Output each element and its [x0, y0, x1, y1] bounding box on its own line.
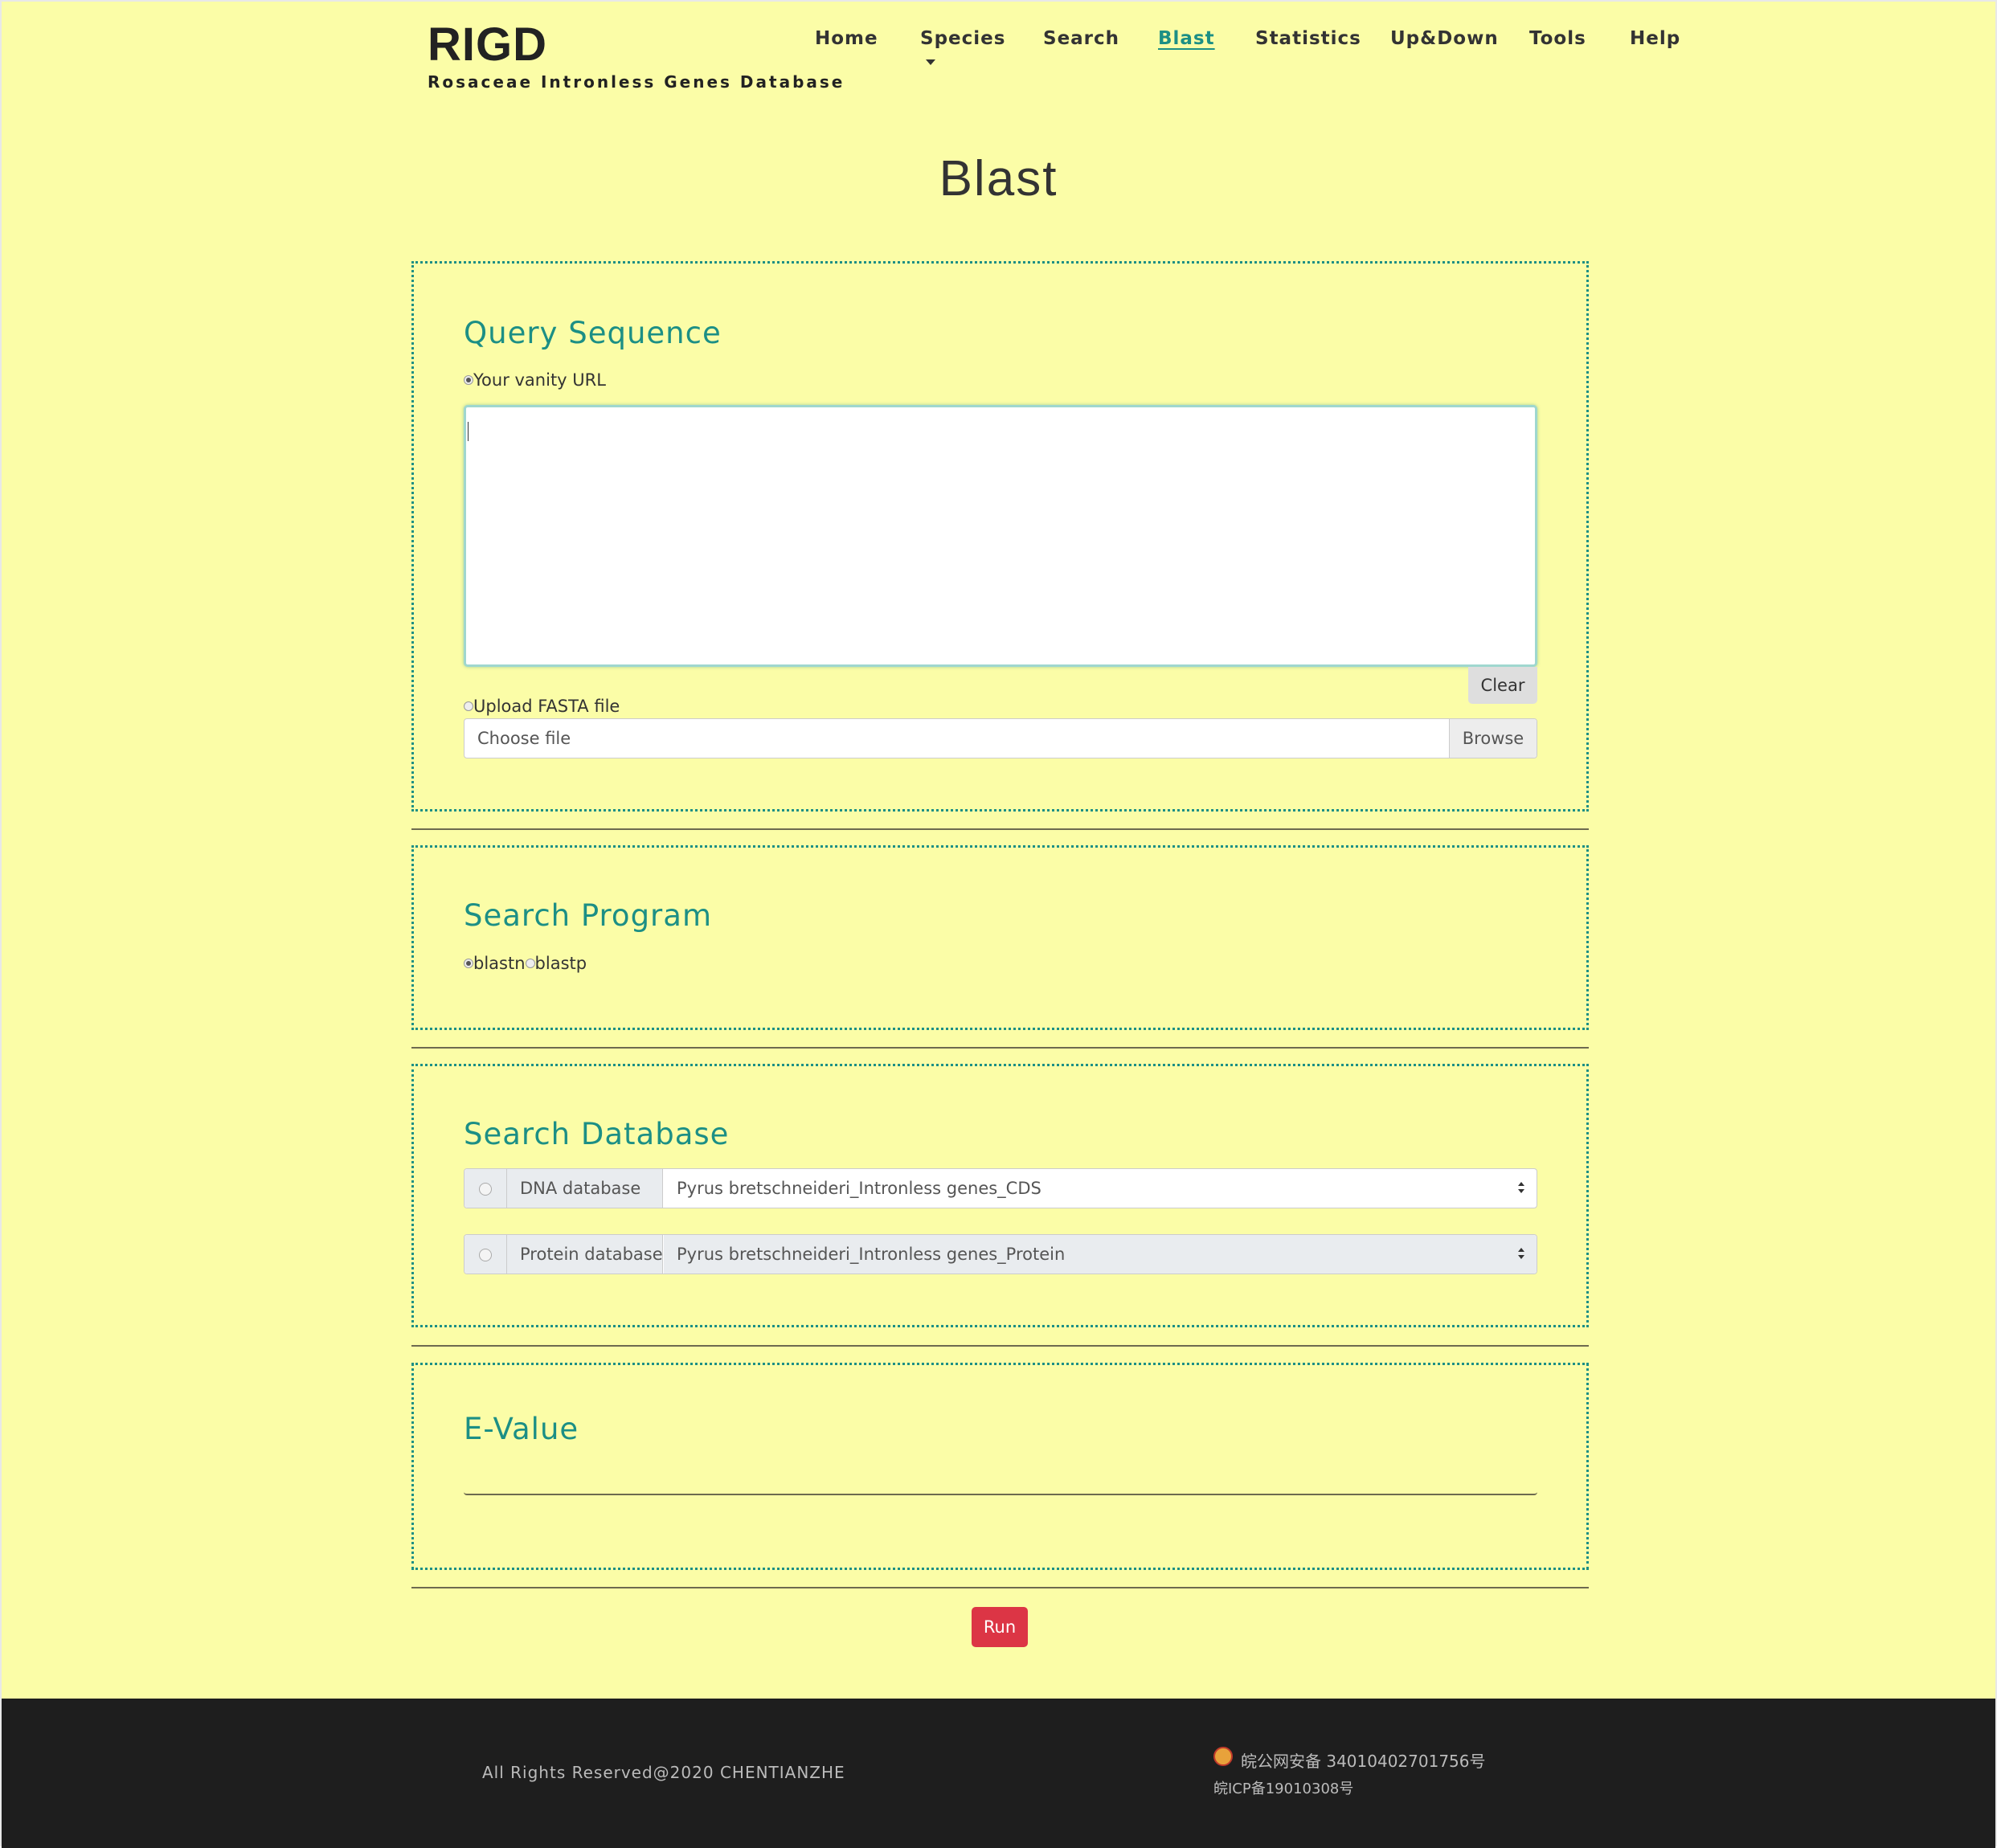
- section-divider: [411, 1345, 1589, 1347]
- dna-database-group: DNA database Pyrus bretschneideri_Intron…: [464, 1168, 1537, 1208]
- text-input-option-label: Your vanity URL: [473, 370, 606, 390]
- dna-database-label: DNA database: [507, 1169, 663, 1208]
- blastn-label[interactable]: blastn: [473, 954, 526, 973]
- section-divider: [411, 828, 1589, 830]
- run-button[interactable]: Run: [972, 1607, 1028, 1647]
- search-program-panel: Search Program blastn blastp: [411, 845, 1589, 1030]
- section-divider: [411, 1047, 1589, 1049]
- protein-database-select[interactable]: Pyrus bretschneideri_Intronless genes_Pr…: [664, 1235, 1537, 1274]
- dna-database-select[interactable]: Pyrus bretschneideri_Intronless genes_CD…: [664, 1169, 1537, 1208]
- nav-blast[interactable]: Blast: [1158, 28, 1215, 49]
- section-divider: [411, 1587, 1589, 1588]
- evalue-input[interactable]: [464, 1455, 1537, 1495]
- search-program-heading: Search Program: [464, 898, 712, 933]
- nav-statistics[interactable]: Statistics: [1255, 28, 1361, 49]
- police-badge-icon: [1213, 1747, 1233, 1766]
- select-arrows-icon: [1517, 1182, 1525, 1195]
- protein-database-selected-value: Pyrus bretschneideri_Intronless genes_Pr…: [677, 1245, 1066, 1264]
- sequence-textarea[interactable]: [464, 405, 1537, 667]
- radio-dna-database[interactable]: [479, 1182, 492, 1196]
- protein-database-group: Protein database Pyrus bretschneideri_In…: [464, 1234, 1537, 1274]
- footer: All Rights Reserved@2020 CHENTIANZHE 皖公网…: [2, 1699, 1995, 1848]
- nav-species[interactable]: Species: [920, 28, 1005, 49]
- upload-option[interactable]: Upload FASTA file: [464, 696, 620, 716]
- protein-radio-cell[interactable]: [464, 1235, 507, 1274]
- radio-protein-database[interactable]: [479, 1248, 492, 1261]
- radio-text-input[interactable]: [464, 375, 473, 385]
- text-input-option[interactable]: Your vanity URL: [464, 370, 606, 390]
- page: RIGD Rosaceae Intronless Genes Database …: [0, 0, 1997, 1848]
- evalue-heading: E-Value: [464, 1412, 579, 1446]
- browse-button[interactable]: Browse: [1449, 719, 1537, 758]
- nav-help[interactable]: Help: [1630, 28, 1680, 49]
- fasta-file-input[interactable]: Choose file Browse: [464, 718, 1537, 758]
- protein-database-label: Protein database: [507, 1235, 663, 1274]
- query-sequence-heading: Query Sequence: [464, 316, 722, 350]
- program-options: blastn blastp: [464, 953, 587, 973]
- caret-down-icon[interactable]: [926, 59, 935, 65]
- upload-option-label: Upload FASTA file: [473, 697, 620, 716]
- nav-search[interactable]: Search: [1043, 28, 1119, 49]
- file-input-placeholder: Choose file: [477, 729, 571, 748]
- query-sequence-panel: Query Sequence Your vanity URL Clear Upl…: [411, 261, 1589, 812]
- icp-record-link[interactable]: 皖ICP备19010308号: [1213, 1777, 1353, 1798]
- radio-blastn[interactable]: [464, 959, 473, 968]
- copyright-text: All Rights Reserved@2020 CHENTIANZHE: [482, 1763, 845, 1782]
- select-arrows-icon: [1517, 1248, 1525, 1261]
- clear-button[interactable]: Clear: [1468, 667, 1537, 704]
- main-nav: Home Species Search Blast Statistics Up&…: [2, 2, 1995, 90]
- page-title: Blast: [939, 151, 1058, 206]
- search-database-panel: Search Database DNA database Pyrus brets…: [411, 1064, 1589, 1327]
- radio-blastp[interactable]: [525, 959, 535, 968]
- blastp-label[interactable]: blastp: [535, 954, 587, 973]
- search-database-heading: Search Database: [464, 1117, 730, 1151]
- evalue-panel: E-Value: [411, 1363, 1589, 1570]
- text-cursor: [468, 422, 469, 441]
- nav-updown[interactable]: Up&Down: [1390, 28, 1499, 49]
- nav-tools[interactable]: Tools: [1529, 28, 1586, 49]
- dna-radio-cell[interactable]: [464, 1169, 507, 1208]
- nav-home[interactable]: Home: [815, 28, 878, 49]
- police-record-link[interactable]: 皖公网安备 34010402701756号: [1241, 1748, 1486, 1772]
- radio-upload[interactable]: [464, 701, 473, 711]
- dna-database-selected-value: Pyrus bretschneideri_Intronless genes_CD…: [677, 1179, 1041, 1198]
